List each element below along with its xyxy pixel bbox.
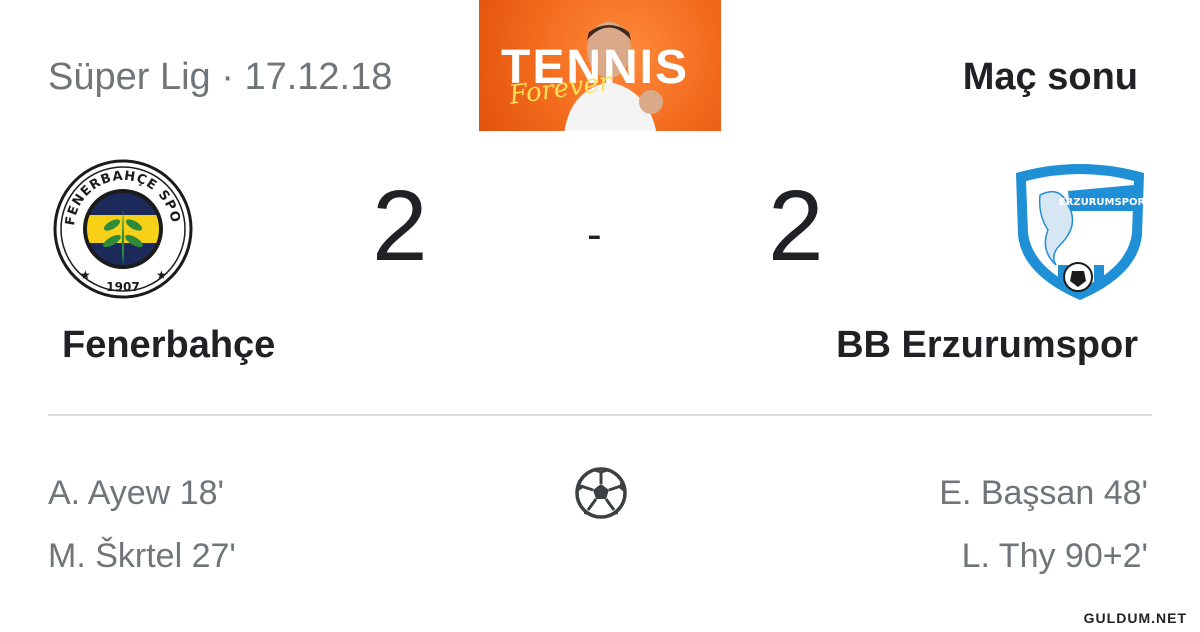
home-team-name[interactable]: Fenerbahçe [62,324,275,367]
erzurumspor-logo: ERZURUMSPOR [1016,164,1146,300]
away-team-name[interactable]: BB Erzurumspor [836,324,1138,367]
logo-club-text: ERZURUMSPOR [1059,197,1146,208]
away-goal-scorer: L. Thy 90+2' [961,537,1148,575]
svg-text:★: ★ [80,268,91,282]
divider [48,414,1152,416]
home-goal-scorer: A. Ayew 18' [48,474,224,512]
soccer-ball-icon [575,467,627,519]
home-goal-scorer: M. Škrtel 27' [48,537,236,575]
fenerbahce-logo: FENERBAHÇE SPOR KULÜBÜ ★ ★ 1907 [52,155,193,299]
logo-year: 1907 [106,280,139,294]
advertisement-banner[interactable]: TENNIS Forever [479,0,721,131]
away-score: 2 [768,170,824,282]
away-goal-scorer: E. Başsan 48' [939,474,1148,512]
watermark: GULDUM.NET [1080,610,1190,626]
score-separator: - [587,210,602,259]
svg-text:★: ★ [156,268,167,282]
home-score: 2 [372,170,428,282]
match-status: Maç sonu [962,56,1138,98]
league-date-label: Süper Lig · 17.12.18 [48,56,393,98]
